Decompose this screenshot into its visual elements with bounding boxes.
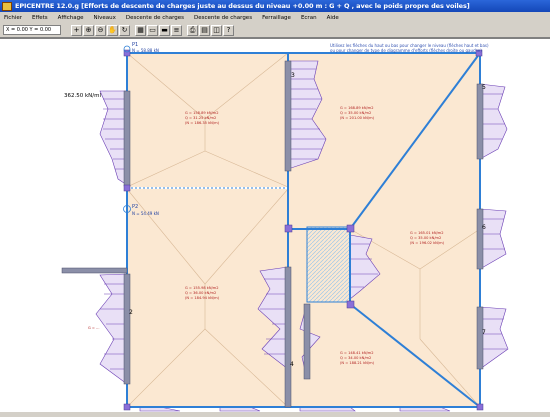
refresh-icon[interactable]: ↻ — [119, 24, 130, 36]
point-value-p1: N = 58.88 kN — [132, 48, 159, 53]
wall-number: 7 — [482, 329, 486, 336]
panel-label: Q = 34.00 kN/m2 — [340, 356, 371, 360]
app-icon — [2, 1, 12, 11]
beam-icon[interactable]: ▬ — [159, 24, 170, 36]
wall-number: 4 — [290, 361, 294, 368]
menu-descente-1[interactable]: Descente de charges — [126, 15, 184, 21]
hint-text-2: ou pour changer de type de diagramme d'e… — [330, 48, 482, 53]
wall-number: 3 — [291, 72, 295, 79]
window-title: EPICENTRE 12.0.g [Efforts de descente de… — [15, 2, 470, 10]
drawing-canvas[interactable]: Utilisez les flèches du haut ou bas pour… — [0, 38, 550, 412]
panel-label: Q = 36.00 kN/m2 — [185, 291, 216, 295]
panel-label: (N = 201.00 kN/m) — [340, 116, 375, 120]
coordinate-field[interactable]: X = 0.00 Y = 0.00 — [3, 25, 61, 35]
menu-fichier[interactable]: Fichier — [4, 15, 22, 21]
layer-icon[interactable]: ≡ — [171, 24, 182, 36]
menu-affichage[interactable]: Affichage — [58, 15, 84, 21]
panel-label: (N = 188.21 kN/m) — [340, 361, 375, 365]
pointer-icon[interactable]: + — [71, 24, 82, 36]
panel-label: G = 168.89 kN/m2 — [340, 106, 374, 110]
panel-label: (N = 196.02 kN/m) — [410, 241, 445, 245]
menu-aide[interactable]: Aide — [327, 15, 339, 21]
menu-ferraillage[interactable]: Ferraillage — [262, 15, 291, 21]
panel-label: G = 148.41 kN/m2 — [340, 351, 374, 355]
panel-label: G = ... — [88, 326, 100, 330]
menu-niveaux[interactable]: Niveaux — [94, 15, 116, 21]
menu-bar: Fichier Effets Affichage Niveaux Descent… — [0, 12, 550, 23]
wall-number: 6 — [482, 224, 486, 231]
panel-label: G = 165.01 kN/m2 — [410, 231, 444, 235]
wall-number: 5 — [482, 84, 486, 91]
plan-drawing: Utilisez les flèches du haut ou bas pour… — [61, 42, 509, 412]
app-window: EPICENTRE 12.0.g [Efforts de descente de… — [0, 0, 550, 412]
preview-icon[interactable]: ▤ — [199, 24, 210, 36]
panel-label: Q = 31.25 kN/m2 — [185, 116, 216, 120]
menu-effets[interactable]: Effets — [32, 15, 48, 21]
wall-number: 2 — [129, 309, 133, 316]
panel-label: G = 158.89 kN/m2 — [185, 111, 219, 115]
menu-ecran[interactable]: Ecran — [301, 15, 317, 21]
point-label-p2: P2 — [132, 204, 138, 210]
print-icon[interactable]: ⎙ — [187, 24, 198, 36]
dimension-label: 362.50 kN/ml — [64, 93, 102, 99]
zoom-in-icon[interactable]: ⊕ — [83, 24, 94, 36]
info-icon[interactable]: ? — [223, 24, 234, 36]
panel-label: (N = 184.94 kN/m) — [185, 296, 220, 300]
toolbar: X = 0.00 Y = 0.00 + ⊕ ⊖ ✋ ↻ ▦ ▭ ▬ ≡ ⎙ ▤ … — [0, 23, 550, 38]
point-value-p2: N = 54.49 kN — [132, 211, 159, 216]
panel-label: (N = 186.35 kN/m) — [185, 121, 220, 125]
panel-label: Q = 35.00 kN/m2 — [410, 236, 441, 240]
export-icon[interactable]: ◫ — [211, 24, 222, 36]
grid-icon[interactable]: ▦ — [135, 24, 146, 36]
zoom-out-icon[interactable]: ⊖ — [95, 24, 106, 36]
hand-icon[interactable]: ✋ — [107, 24, 118, 36]
panel-label: Q = 35.00 kN/m2 — [340, 111, 371, 115]
wall-icon[interactable]: ▭ — [147, 24, 158, 36]
menu-descente-2[interactable]: Descente de charges — [194, 15, 252, 21]
panel-label: G = 155.98 kN/m2 — [185, 286, 219, 290]
opening-hatched — [306, 226, 351, 303]
title-bar: EPICENTRE 12.0.g [Efforts de descente de… — [0, 0, 550, 12]
